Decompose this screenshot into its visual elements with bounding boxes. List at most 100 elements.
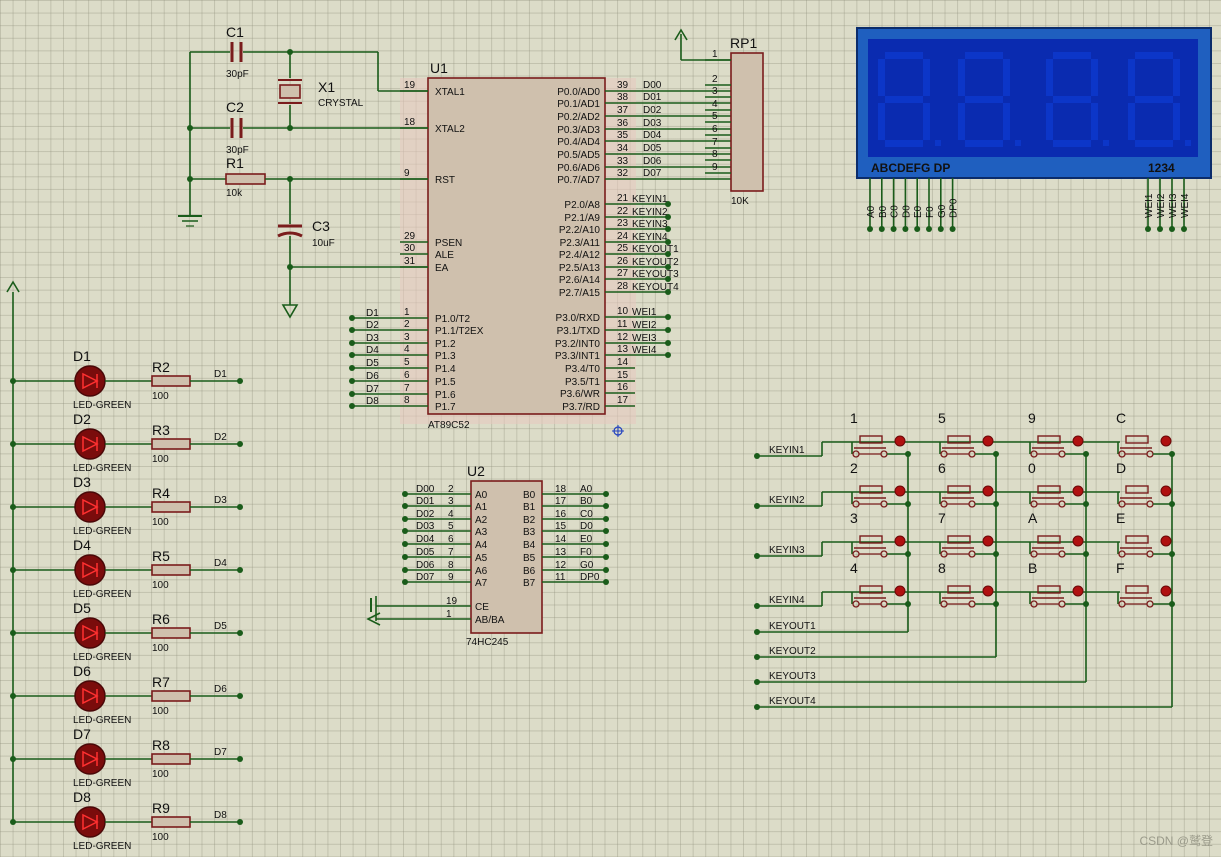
keypad-button[interactable]: C: [1116, 410, 1175, 458]
switch-contact: [1146, 450, 1154, 458]
switch-actuator: [1125, 585, 1149, 594]
segment: [958, 59, 965, 96]
display-pin-label: A0: [866, 205, 877, 218]
junction-dot: [1083, 501, 1089, 507]
keypad-button[interactable]: 5: [938, 410, 999, 458]
switch-contact: [852, 450, 860, 458]
switch-contact: [1146, 500, 1154, 508]
net-label: D07: [416, 572, 435, 583]
display-digit-caption: 1234: [1148, 161, 1175, 175]
net-label: D04: [416, 534, 435, 545]
junction-dot: [1169, 601, 1175, 607]
keypad-button-label: 9: [1028, 410, 1036, 426]
oscillator-circuit[interactable]: C1 30pF C2 30pF X1 CRYSTAL R1 10k C3 10u…: [178, 24, 428, 319]
net-label: D5: [214, 621, 227, 632]
net-terminal: [890, 226, 897, 232]
net-label: D04: [643, 130, 662, 141]
net-label: D01: [416, 496, 435, 507]
keypad-matrix[interactable]: KEYIN1 KEYIN2 KEYIN3 KEYIN4 KEYOUT1 KEYOUT2 KE…: [754, 410, 1175, 710]
net-label: D6: [214, 684, 227, 695]
u2-pin-number: 18: [555, 484, 567, 495]
keypad-button[interactable]: F: [1116, 560, 1175, 608]
display-pin-label: G0: [937, 204, 948, 218]
schematic-sheet[interactable]: U1 AT89C52 19 XTAL1 18 XTAL2 9 RST 29 PSEN 30 ALE…: [0, 0, 1221, 857]
led-ref: D3: [73, 474, 91, 490]
led-type: LED-GREEN: [73, 400, 131, 411]
mcu-pin-number: 5: [404, 357, 410, 368]
keypad-button[interactable]: 7: [938, 510, 999, 558]
mcu-pin-name: P3.6/WR: [560, 389, 600, 400]
led-ref: D7: [73, 726, 91, 742]
seven-segment-display[interactable]: ABCDEFG DP 1234 A0 B0 C0 D0 E0 F0 G0 DP0 WEI1 WEI…: [856, 27, 1212, 232]
keypad-button[interactable]: E: [1116, 510, 1175, 558]
net-terminal: [349, 378, 355, 384]
junction-dot: [905, 551, 911, 557]
keypad-button-label: 1: [850, 410, 858, 426]
led-bank[interactable]: D1LED-GREENR2100D1D2LED-GREENR3100D2D3LE…: [6, 280, 243, 852]
mcu-pin-name: P1.1/T2EX: [435, 326, 484, 337]
net-label: D03: [416, 521, 435, 532]
keypad-button[interactable]: 4: [850, 560, 911, 608]
keypad-button[interactable]: 6: [938, 460, 999, 508]
u2-pin-number: 4: [448, 509, 454, 520]
net-label: D01: [643, 92, 662, 103]
keypad-button[interactable]: 2: [850, 460, 911, 508]
mcu-u1[interactable]: U1 AT89C52 19XTAL118XTAL29RST29PSEN30ALE…: [349, 60, 731, 431]
net-label: KEYOUT1: [632, 244, 679, 255]
net-label: B0: [580, 496, 593, 507]
net-label: D2: [366, 320, 379, 331]
keypad-button[interactable]: B: [1028, 560, 1089, 608]
net-label: WEI2: [632, 320, 657, 331]
keypad-button-label: 7: [938, 510, 946, 526]
segment: [1046, 103, 1053, 140]
net-label: D5: [366, 358, 379, 369]
r1-ref: R1: [226, 155, 244, 171]
net-terminal: [1157, 226, 1163, 232]
net-terminal: [603, 554, 609, 560]
net-label: WEI3: [632, 333, 657, 344]
mcu-pin-name: P1.5: [435, 377, 456, 388]
keypad-wiring: KEYIN1 KEYIN2 KEYIN3 KEYIN4 KEYOUT1 KEYOUT2 KE…: [754, 410, 1175, 710]
segment: [923, 103, 930, 140]
mcu-pin-number: 12: [617, 332, 629, 343]
segment: [1173, 103, 1180, 140]
c3-ref: C3: [312, 218, 330, 234]
c2-ref: C2: [226, 99, 244, 115]
x1-ref: X1: [318, 79, 335, 95]
net-label: F0: [580, 547, 592, 558]
mcu-pin-number: 27: [617, 268, 629, 279]
mcu-pin-number: 21: [617, 193, 629, 204]
net-label: D05: [643, 143, 662, 154]
resistor-body: [151, 564, 191, 576]
net-label: KEYOUT3: [769, 671, 816, 682]
resistor-pack-rp1[interactable]: RP1 10K 1 23 45 6 78 9: [674, 28, 764, 207]
keypad-button[interactable]: 0: [1028, 460, 1089, 508]
keypad-button[interactable]: A: [1028, 510, 1089, 558]
net-label: KEYOUT2: [632, 257, 679, 268]
keypad-button[interactable]: 3: [850, 510, 911, 558]
keypad-button-label: 8: [938, 560, 946, 576]
schematic-canvas[interactable]: U1 AT89C52 19XTAL118XTAL29RST29PSEN30ALE…: [0, 0, 1221, 857]
c3-value: 10uF: [312, 238, 335, 249]
segment: [1128, 103, 1135, 140]
switch-contact: [880, 600, 888, 608]
keypad-button[interactable]: 8: [938, 560, 999, 608]
keypad-button[interactable]: 9: [1028, 410, 1089, 458]
net-terminal: [402, 491, 408, 497]
u2-pin-number: 12: [555, 560, 567, 571]
net-terminal: [349, 365, 355, 371]
switch-contact: [1118, 500, 1126, 508]
display-pin-label: WEI3: [1168, 193, 1179, 218]
net-terminal: [402, 503, 408, 509]
net-terminal: [603, 541, 609, 547]
mcu-pin-number: 25: [617, 243, 629, 254]
switch-contact: [940, 600, 948, 608]
mcu-pin-name: P1.3: [435, 351, 456, 362]
net-terminal: [1181, 226, 1187, 232]
led-ref: D1: [73, 348, 91, 364]
switch-indicator-icon: [982, 485, 994, 497]
keypad-button-label: 5: [938, 410, 946, 426]
keypad-button[interactable]: D: [1116, 460, 1175, 508]
keypad-button[interactable]: 1: [850, 410, 911, 458]
buffer-u2[interactable]: U2 74HC245 D00 2A0D01 3A1D02 4A2D03 5A3D04 6A…: [366, 463, 609, 648]
